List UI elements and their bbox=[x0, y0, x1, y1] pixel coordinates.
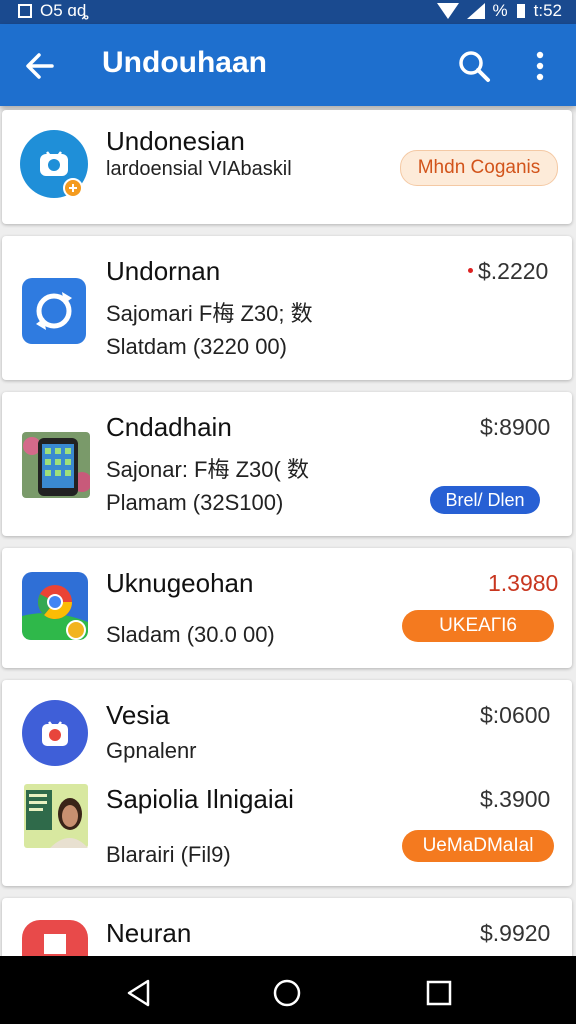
status-badge: UeMaDMaIal bbox=[402, 830, 554, 862]
overflow-menu-icon[interactable] bbox=[526, 48, 554, 84]
status-left-text: O5 ɑȡ bbox=[40, 1, 89, 20]
portrait-thumbnail-icon bbox=[24, 784, 88, 848]
navigation-bar bbox=[0, 956, 576, 1024]
home-nav-icon[interactable] bbox=[272, 978, 302, 1008]
list-item[interactable]: Vesia $:0600 Gpnalenr Sapiolia Ilnigaiai… bbox=[2, 680, 572, 886]
recents-nav-icon[interactable] bbox=[424, 978, 454, 1008]
item-meta: Sladam (30.0 00) bbox=[106, 622, 275, 647]
notification-icon bbox=[18, 4, 32, 18]
tv-play-app-icon bbox=[22, 700, 88, 766]
battery-percent: % bbox=[492, 1, 508, 20]
item-price: $:0600 bbox=[480, 702, 551, 728]
status-badge: Brel/ Dlen bbox=[430, 486, 540, 514]
item-price: $:8900 bbox=[480, 414, 551, 440]
calendar-app-icon bbox=[22, 920, 88, 960]
price-indicator-dot bbox=[468, 268, 473, 273]
phone-thumbnail-icon bbox=[22, 432, 90, 498]
search-icon[interactable] bbox=[456, 48, 492, 84]
item-title: Undornan bbox=[106, 256, 221, 286]
item-title: Vesia bbox=[106, 700, 170, 730]
item-meta: Blarairi (Fil9) bbox=[106, 842, 231, 867]
status-badge: UKEAГІ6 bbox=[402, 610, 554, 642]
item-meta: Plamam (32S100) bbox=[106, 490, 284, 515]
item-title: Cndadhain bbox=[106, 412, 232, 442]
status-bar: O5 ɑȡ % t:52 bbox=[0, 0, 576, 24]
list-item[interactable]: Undonesian lardoensial VIAbaskil Mhdn Co… bbox=[2, 110, 572, 224]
item-title-secondary: Sapiolia Ilnigaiai bbox=[106, 784, 294, 814]
page-title: Undouhaan bbox=[102, 46, 267, 79]
item-title: Undonesian bbox=[106, 126, 245, 156]
browser-app-icon bbox=[22, 572, 88, 640]
tv-app-icon bbox=[20, 130, 88, 198]
wifi-icon bbox=[436, 3, 459, 19]
item-price-secondary: $.3900 bbox=[480, 786, 551, 812]
item-detail: Gpnalenr bbox=[106, 738, 197, 763]
battery-icon bbox=[516, 4, 525, 18]
item-price: $.9920 bbox=[480, 920, 551, 946]
list-item[interactable]: Undornan $.2220 Sajomari F梅 Z30; 数 Slatd… bbox=[2, 236, 572, 380]
list-item[interactable]: Cndadhain $:8900 Sajonar: F梅 Z30( 数 Plam… bbox=[2, 392, 572, 536]
signal-icon bbox=[466, 3, 485, 19]
back-nav-icon[interactable] bbox=[124, 978, 154, 1008]
item-detail: Sajonar: F梅 Z30( 数 bbox=[106, 457, 309, 482]
item-meta: Slatdam (3220 00) bbox=[106, 334, 287, 359]
list-item[interactable]: Uknugeohan 1.3980 Sladam (30.0 00) UKEAГ… bbox=[2, 548, 572, 668]
item-detail: Sajomari F梅 Z30; 数 bbox=[106, 301, 313, 326]
item-title: Uknugeohan bbox=[106, 568, 254, 598]
item-price: 1.3980 bbox=[488, 570, 559, 596]
status-time: t:52 bbox=[533, 1, 562, 20]
item-title: Neuran bbox=[106, 918, 192, 948]
status-badge: Mhdn Coganis bbox=[400, 150, 558, 186]
item-subtitle: lardoensial VIAbaskil bbox=[106, 158, 292, 180]
back-arrow-icon[interactable] bbox=[22, 48, 58, 84]
item-price: $.2220 bbox=[478, 258, 549, 284]
app-bar: Undouhaan bbox=[0, 24, 576, 106]
sync-app-icon bbox=[22, 278, 86, 344]
